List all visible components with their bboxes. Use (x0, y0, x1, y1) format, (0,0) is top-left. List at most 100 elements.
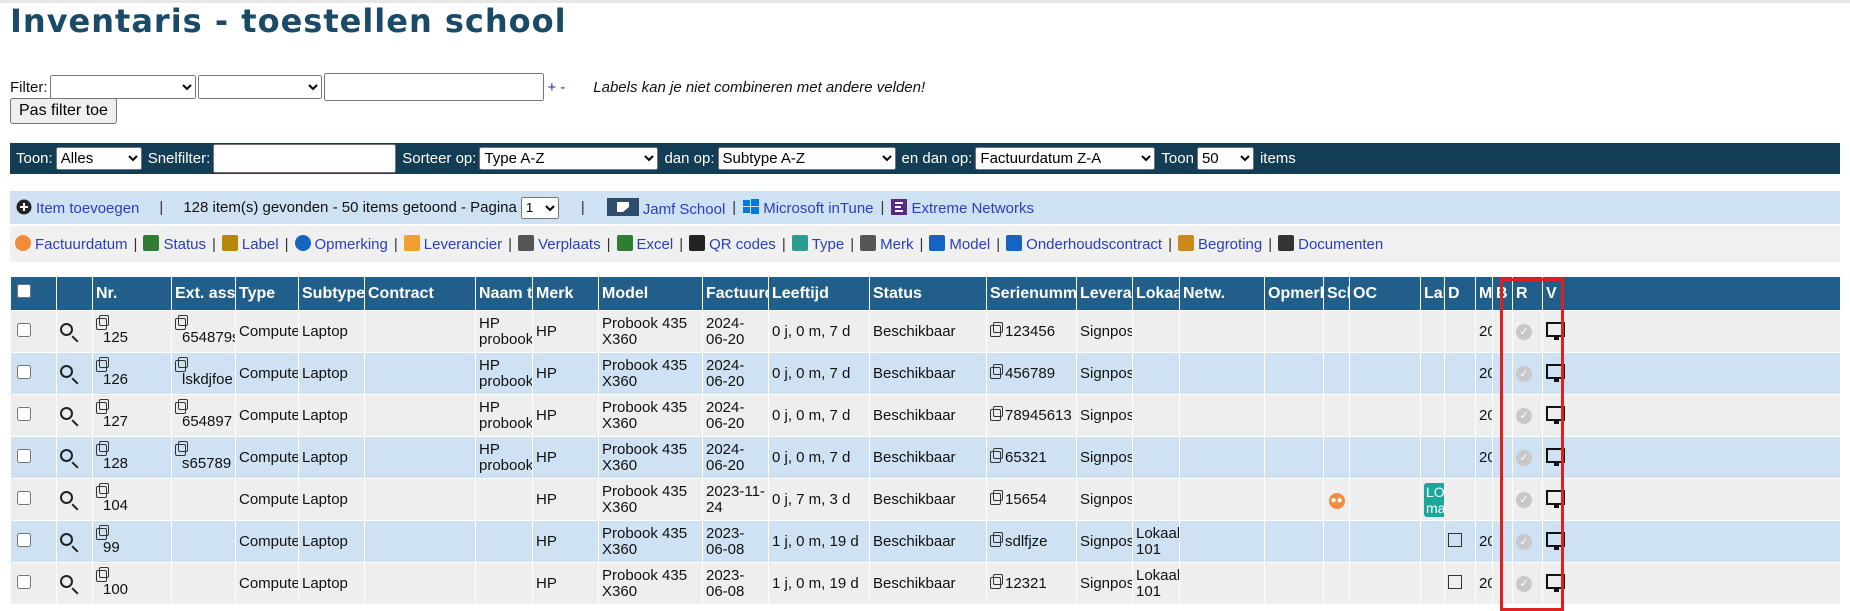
toon-select[interactable]: Alles (55, 147, 142, 170)
field-link-verplaats[interactable]: Verplaats (518, 235, 601, 253)
column-header-opmerking[interactable]: Opmerking (1264, 276, 1324, 311)
column-header-leeftijd[interactable]: Leeftijd (768, 276, 870, 311)
label-badge[interactable]: LO materiaal (1424, 482, 1444, 517)
copy-icon[interactable] (175, 314, 188, 330)
copy-icon[interactable] (990, 363, 1003, 379)
intune-link[interactable]: Microsoft inTune (743, 198, 874, 217)
snelfilter-input[interactable] (213, 144, 397, 173)
copy-icon[interactable] (990, 573, 1003, 589)
column-header-contract[interactable]: Contract (364, 276, 476, 311)
add-item-link[interactable]: Item toevoegen (16, 199, 139, 217)
check-icon[interactable]: ✓ (1516, 576, 1532, 592)
column-header-naam-toestel[interactable]: Naam toestel (475, 276, 533, 311)
column-header-subtype[interactable]: Subtype (298, 276, 365, 311)
copy-icon[interactable] (990, 531, 1003, 547)
document-icon[interactable] (1448, 532, 1462, 547)
copy-icon[interactable] (990, 447, 1003, 463)
filter-field-select[interactable] (49, 75, 196, 99)
copy-icon[interactable] (175, 398, 188, 414)
column-header-r[interactable]: R (1512, 276, 1543, 311)
remove-filter-button[interactable]: - (560, 79, 565, 96)
column-header-mb[interactable]: MB (1475, 276, 1493, 311)
copy-icon[interactable] (990, 321, 1003, 337)
column-header-type[interactable]: Type (235, 276, 299, 311)
extreme-link[interactable]: Extreme Networks (891, 198, 1034, 217)
magnifier-icon[interactable] (60, 365, 73, 378)
magnifier-icon[interactable] (60, 449, 73, 462)
items-per-page-select[interactable]: 50 (1196, 147, 1254, 170)
field-link-model[interactable]: Model (929, 235, 990, 253)
field-link-qr-codes[interactable]: QR codes (689, 235, 776, 253)
column-header-factuurdatum[interactable]: Factuurdatum (702, 276, 769, 311)
copy-icon[interactable] (96, 482, 109, 498)
row-checkbox[interactable] (17, 490, 31, 505)
copy-icon[interactable] (96, 566, 109, 582)
column-header-d[interactable]: D (1444, 276, 1476, 311)
column-header-b[interactable]: B (1492, 276, 1513, 311)
column-header-merk[interactable]: Merk (532, 276, 599, 311)
monitor-icon[interactable] (1546, 448, 1565, 466)
magnifier-icon[interactable] (60, 491, 73, 504)
column-header-serienummer[interactable]: Serienummer (986, 276, 1077, 311)
field-link-documenten[interactable]: Documenten (1278, 235, 1383, 253)
jamf-link[interactable]: Jamf School (606, 197, 725, 218)
magnifier-icon[interactable] (60, 407, 73, 420)
field-link-opmerking[interactable]: Opmerking (294, 235, 388, 253)
field-link-label[interactable]: Label (221, 235, 279, 253)
copy-icon[interactable] (96, 314, 109, 330)
dan-select[interactable]: Subtype A-Z (717, 147, 896, 170)
field-link-status[interactable]: Status (143, 235, 206, 253)
filter-operator-select[interactable] (197, 75, 322, 99)
add-filter-button[interactable]: + (548, 79, 557, 96)
select-all-checkbox[interactable] (17, 284, 31, 298)
monitor-icon[interactable] (1546, 406, 1565, 424)
column-header-nr[interactable]: Nr. (92, 276, 172, 311)
copy-icon[interactable] (990, 405, 1003, 421)
column-header-schade[interactable]: Schade (1323, 276, 1350, 311)
row-checkbox[interactable] (17, 448, 31, 463)
row-checkbox[interactable] (17, 406, 31, 421)
row-checkbox[interactable] (17, 322, 31, 337)
sorteer-select[interactable]: Type A-Z (479, 147, 659, 170)
column-header-model[interactable]: Model (598, 276, 703, 311)
magnifier-icon[interactable] (60, 533, 73, 546)
copy-icon[interactable] (96, 398, 109, 414)
copy-icon[interactable] (96, 356, 109, 372)
damage-icon[interactable]: ●● (1328, 492, 1345, 509)
column-header-oc[interactable]: OC (1349, 276, 1421, 311)
column-header-v[interactable]: V (1542, 276, 1841, 311)
monitor-icon[interactable] (1546, 322, 1565, 340)
page-select[interactable]: 1 (520, 196, 559, 219)
check-icon[interactable]: ✓ (1516, 408, 1532, 424)
magnifier-icon[interactable] (60, 575, 73, 588)
copy-icon[interactable] (96, 524, 109, 540)
field-link-type[interactable]: Type (791, 235, 844, 253)
column-header-ext-asset[interactable]: Ext. asset (171, 276, 236, 311)
copy-icon[interactable] (990, 489, 1003, 505)
column-header-status[interactable]: Status (869, 276, 987, 311)
check-icon[interactable]: ✓ (1516, 492, 1532, 508)
check-icon[interactable]: ✓ (1516, 366, 1532, 382)
apply-filter-button[interactable]: Pas filter toe (10, 98, 117, 124)
endan-select[interactable]: Factuurdatum Z-A (975, 147, 1156, 170)
monitor-icon[interactable] (1546, 490, 1565, 508)
row-checkbox[interactable] (17, 364, 31, 379)
filter-value-input[interactable] (323, 73, 544, 101)
column-header-leverancier[interactable]: Leverancier (1076, 276, 1133, 311)
field-link-begroting[interactable]: Begroting (1178, 235, 1262, 253)
field-link-factuurdatum[interactable]: Factuurdatum (15, 235, 128, 253)
row-checkbox[interactable] (17, 574, 31, 589)
check-icon[interactable]: ✓ (1516, 534, 1532, 550)
monitor-icon[interactable] (1546, 364, 1565, 382)
copy-icon[interactable] (96, 440, 109, 456)
field-link-onderhoudscontract[interactable]: Onderhoudscontract (1006, 235, 1162, 253)
column-header-label[interactable]: Label (1420, 276, 1445, 311)
copy-icon[interactable] (175, 356, 188, 372)
monitor-icon[interactable] (1546, 574, 1565, 592)
row-checkbox[interactable] (17, 532, 31, 547)
copy-icon[interactable] (175, 440, 188, 456)
check-icon[interactable]: ✓ (1516, 450, 1532, 466)
document-icon[interactable] (1448, 574, 1462, 589)
check-icon[interactable]: ✓ (1516, 324, 1532, 340)
field-link-merk[interactable]: Merk (860, 235, 914, 253)
